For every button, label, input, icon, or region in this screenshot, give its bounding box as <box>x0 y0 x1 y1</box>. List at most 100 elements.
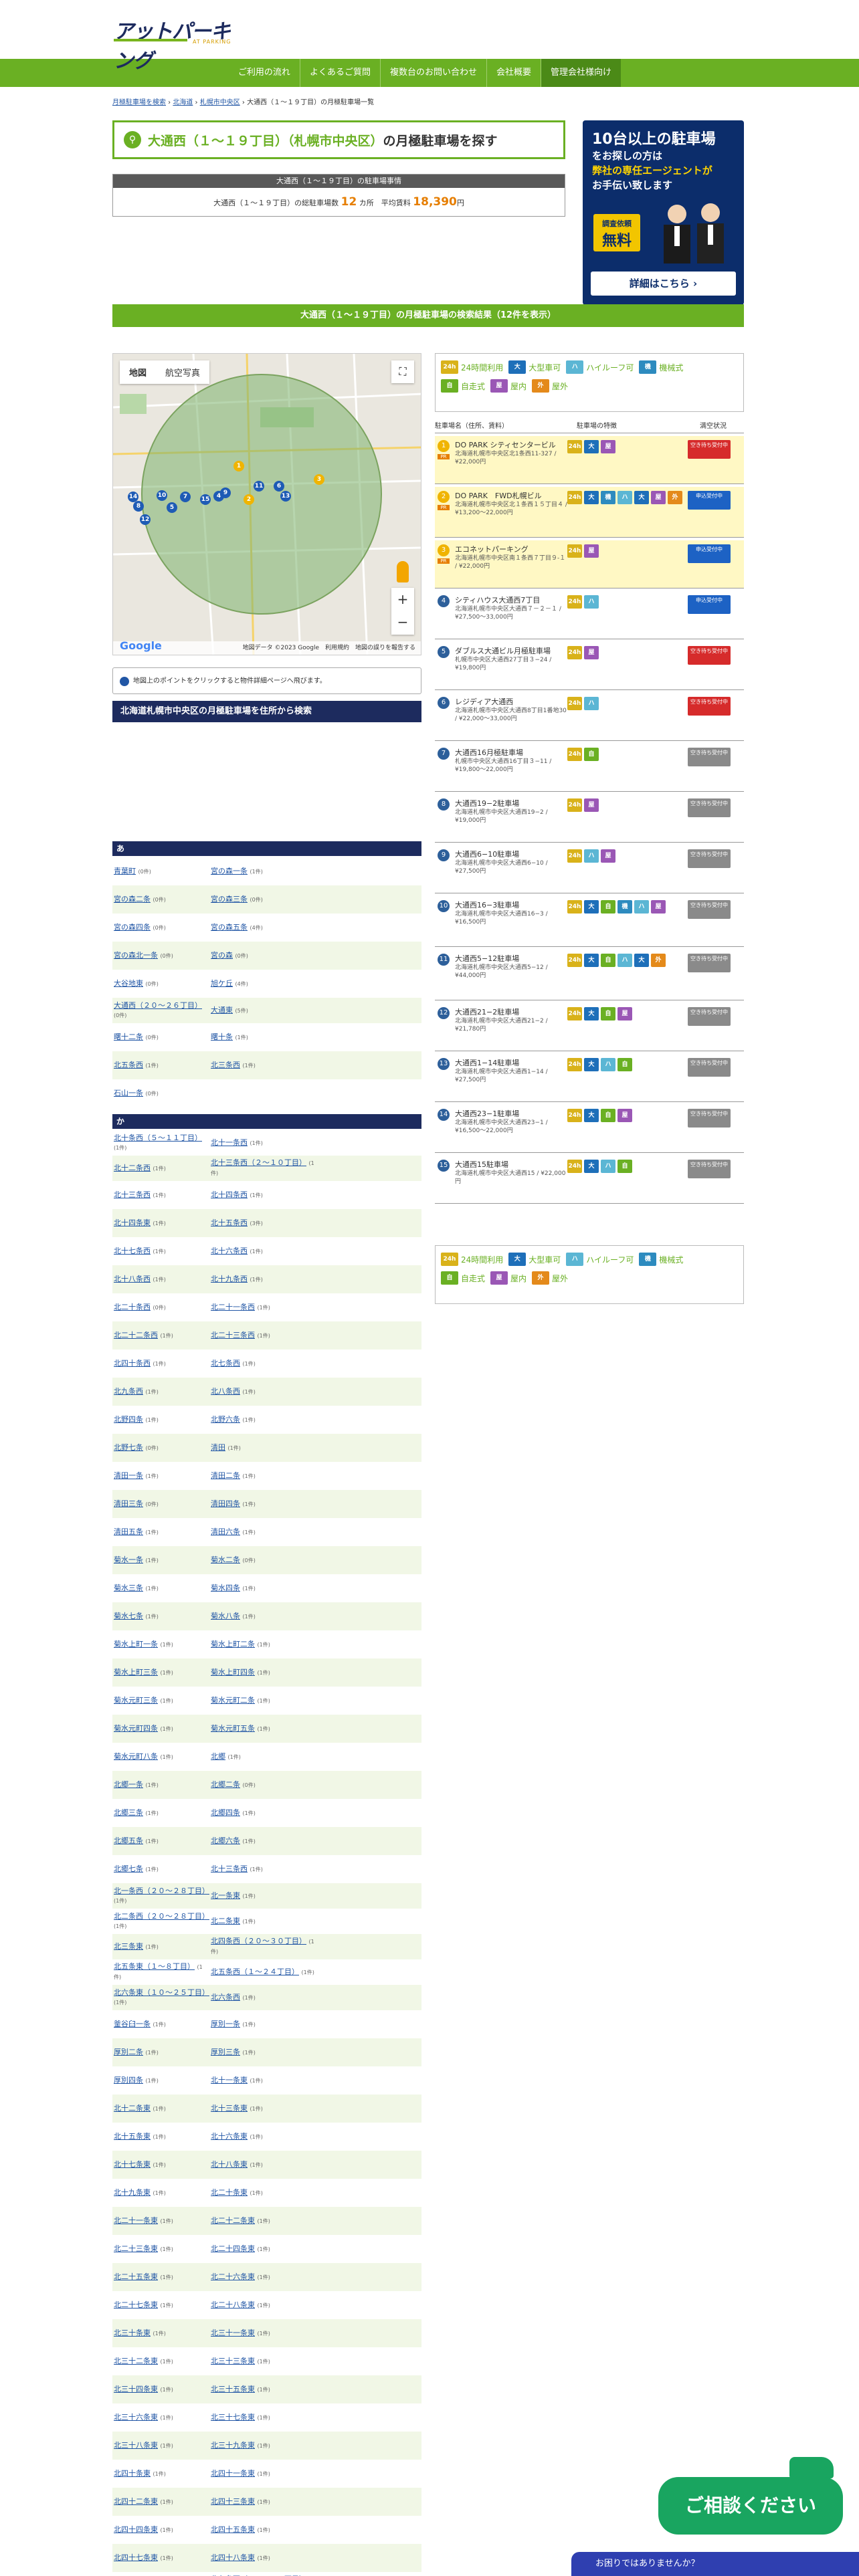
availability-status[interactable]: 空き待ち受付中 <box>688 798 731 817</box>
address-link[interactable]: 石山一条 <box>114 1089 143 1097</box>
address-link[interactable]: 北三十四条東 <box>114 2385 158 2393</box>
address-link[interactable]: 北八条西 <box>211 1387 240 1396</box>
address-link[interactable]: 北十三条西 <box>211 1864 248 1873</box>
address-link[interactable]: 北三十五条東 <box>211 2385 255 2393</box>
address-link[interactable]: 釜谷臼一条 <box>114 2020 151 2028</box>
nav-item[interactable]: よくあるご質問 <box>299 59 380 87</box>
address-link[interactable]: 北二十二条西 <box>114 1331 158 1339</box>
item-name[interactable]: DO PARK FWD札幌ビル <box>455 491 567 501</box>
address-link[interactable]: 厚別三条 <box>211 2048 240 2056</box>
address-link[interactable]: 厚別四条 <box>114 2076 143 2084</box>
address-link[interactable]: 菊水四条 <box>211 1584 240 1592</box>
parking-item[interactable]: 2 PR DO PARK FWD札幌ビル 北海道札幌市中央区北１条西１５丁目４ / ¥… <box>435 487 744 538</box>
map-marker[interactable]: 12 <box>140 514 151 525</box>
breadcrumb-item[interactable]: 札幌市中央区 <box>200 99 240 106</box>
item-name[interactable]: 大通西6−10駐車場 <box>455 849 567 859</box>
address-link[interactable]: 北十条西（５〜１１丁目） <box>114 1134 202 1142</box>
map-marker[interactable]: 14 <box>128 492 138 502</box>
address-link[interactable]: 大通東 <box>211 1006 233 1014</box>
address-link[interactable]: 宮の森二条 <box>114 895 151 903</box>
address-link[interactable]: 北十三条東 <box>211 2104 248 2113</box>
item-name[interactable]: 大通西16月極駐車場 <box>455 748 567 758</box>
nav-item[interactable]: 管理会社様向け <box>540 59 621 87</box>
availability-status[interactable]: 空き待ち受付中 <box>688 1058 731 1077</box>
map-marker[interactable]: 11 <box>254 481 264 492</box>
address-link[interactable]: 厚別二条 <box>114 2048 143 2056</box>
address-link[interactable]: 北十八条東 <box>211 2160 248 2169</box>
address-link[interactable]: 北四十四条東 <box>114 2525 158 2534</box>
map-marker[interactable]: 9 <box>220 488 231 498</box>
map-widget[interactable]: 1 2 3 4 5 6 7 8 9 10 11 12 13 14 15 地図 航… <box>112 353 421 655</box>
address-link[interactable]: 北一条西（２０〜２８丁目） <box>114 1887 209 1895</box>
address-link[interactable]: 北十二条東 <box>114 2104 151 2113</box>
address-link[interactable]: 北二十三条東 <box>114 2244 158 2253</box>
item-name[interactable]: 大通西21−2駐車場 <box>455 1007 567 1017</box>
availability-status[interactable]: 空き待ち受付中 <box>688 849 731 868</box>
address-link[interactable]: 北二十七条東 <box>114 2300 158 2309</box>
breadcrumb-item[interactable]: 月極駐車場を検索 <box>112 99 166 106</box>
address-link[interactable]: 北三条東 <box>114 1942 143 1951</box>
map-marker[interactable]: 1 <box>233 461 244 471</box>
address-link[interactable]: 北二条東 <box>211 1917 240 1925</box>
address-link[interactable]: 北十四条東 <box>114 1218 151 1227</box>
address-link[interactable]: 北四十八条東 <box>211 2553 255 2562</box>
address-link[interactable]: 菊水三条 <box>114 1584 143 1592</box>
address-link[interactable]: 菊水上町三条 <box>114 1668 158 1677</box>
availability-status[interactable]: 空き待ち受付中 <box>688 1160 731 1178</box>
parking-item[interactable]: 14 大通西23−1駐車場 北海道札幌市中央区大通西23−1 / ¥16,500～2… <box>435 1105 744 1153</box>
map-marker[interactable]: 5 <box>167 502 177 513</box>
address-link[interactable]: 北郷二条 <box>211 1780 240 1789</box>
map-marker[interactable]: 10 <box>157 490 167 501</box>
address-link[interactable]: 北郷五条 <box>114 1836 143 1845</box>
address-link[interactable]: 北二十三条西 <box>211 1331 255 1339</box>
address-link[interactable]: 北郷一条 <box>114 1780 143 1789</box>
address-link[interactable]: 菊水元町三条 <box>114 1696 158 1705</box>
site-logo[interactable]: アットパーキング AT PARKING <box>114 15 248 73</box>
address-link[interactable]: 宮の森三条 <box>211 895 248 903</box>
address-link[interactable]: 北十六条西 <box>211 1247 248 1255</box>
parking-item[interactable]: 11 大通西5−12駐車場 北海道札幌市中央区大通西5−12 / ¥44,000円 2… <box>435 950 744 1000</box>
address-link[interactable]: 北四十三条東 <box>211 2497 255 2506</box>
address-link[interactable]: 北二十八条東 <box>211 2300 255 2309</box>
address-link[interactable]: 北二十条西 <box>114 1303 151 1311</box>
parking-item[interactable]: 10 大通西16−3駐車場 北海道札幌市中央区大通西16−3 / ¥16,500円 2… <box>435 896 744 947</box>
map-marker[interactable]: 7 <box>180 492 191 502</box>
address-link[interactable]: 大谷地東 <box>114 979 143 988</box>
address-link[interactable]: 菊水元町二条 <box>211 1696 255 1705</box>
map-marker[interactable]: 3 <box>314 474 324 485</box>
address-link[interactable]: 北十八条西 <box>114 1275 151 1283</box>
address-link[interactable]: 北十四条西 <box>211 1190 248 1199</box>
map-marker[interactable]: 2 <box>244 494 254 505</box>
address-link[interactable]: 北二十四条東 <box>211 2244 255 2253</box>
address-link[interactable]: 北五条西 <box>114 1061 143 1069</box>
availability-status[interactable]: 申込受付中 <box>688 595 731 614</box>
address-link[interactable]: 北郷三条 <box>114 1808 143 1817</box>
address-link[interactable]: 北六条東（１０〜２５丁目） <box>114 1988 209 1997</box>
fullscreen-icon[interactable]: ⛶ <box>391 360 414 383</box>
parking-item[interactable]: 7 大通西16月極駐車場 札幌市中央区大通西16丁目３−11 / ¥19,800～2… <box>435 744 744 792</box>
zoom-in-icon[interactable]: + <box>391 588 414 611</box>
address-link[interactable]: 北三十六条東 <box>114 2413 158 2422</box>
address-link[interactable]: 北十五条西 <box>211 1218 248 1227</box>
address-link[interactable]: 北三十二条東 <box>114 2357 158 2365</box>
availability-status[interactable]: 空き待ち受付中 <box>688 900 731 919</box>
address-link[interactable]: 菊水二条 <box>211 1555 240 1564</box>
help-chat-bar[interactable]: お困りではありませんか？ <box>571 2552 859 2576</box>
address-link[interactable]: 北四十二条東 <box>114 2497 158 2506</box>
address-link[interactable]: 北三十八条東 <box>114 2441 158 2450</box>
nav-item[interactable]: 複数台のお問い合わせ <box>379 59 486 87</box>
address-link[interactable]: 清田一条 <box>114 1471 143 1480</box>
tab-satellite[interactable]: 航空写真 <box>156 360 209 384</box>
parking-item[interactable]: 9 大通西6−10駐車場 北海道札幌市中央区大通西6−10 / ¥27,500円 24… <box>435 845 744 893</box>
address-link[interactable]: 北四十一条東 <box>211 2469 255 2478</box>
address-link[interactable]: 北三条西 <box>211 1061 240 1069</box>
item-name[interactable]: 大通西1−14駐車場 <box>455 1058 567 1068</box>
address-link[interactable]: 菊水元町五条 <box>211 1724 255 1733</box>
address-link[interactable]: 北十三条西（２〜１０丁目） <box>211 1158 306 1167</box>
parking-item[interactable]: 4 シティハウス大通西7丁目 北海道札幌市中央区大通西７－２－１ / ¥27,500… <box>435 591 744 639</box>
address-link[interactable]: 菊水元町四条 <box>114 1724 158 1733</box>
address-link[interactable]: 清田二条 <box>211 1471 240 1480</box>
availability-status[interactable]: 空き待ち受付中 <box>688 440 731 459</box>
address-link[interactable]: 北十七条東 <box>114 2160 151 2169</box>
address-link[interactable]: 北野四条 <box>114 1415 143 1424</box>
